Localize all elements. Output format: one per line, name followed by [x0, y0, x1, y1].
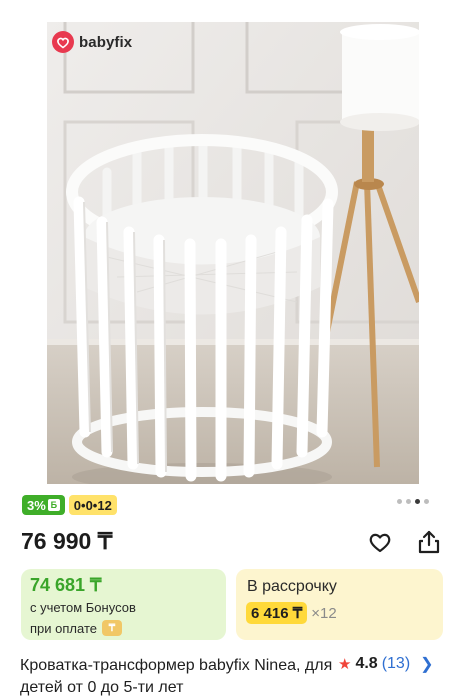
bonus-price-card[interactable]: 74 681 ₸ с учетом Бонусов при оплате ₸	[21, 569, 226, 640]
installment-amount: 6 416 ₸	[246, 602, 308, 624]
bonus-price: 74 681 ₸	[30, 575, 102, 595]
installment-card[interactable]: В рассрочку 6 416 ₸ ×12	[236, 569, 443, 640]
bonus-badge[interactable]: 3% Б	[22, 495, 65, 515]
star-icon: ★	[338, 656, 352, 673]
installment-title: В рассрочку	[247, 578, 337, 595]
rating-link[interactable]: ★ 4.8 (13) ❯	[338, 654, 434, 674]
payment-caption: при оплате ₸	[30, 620, 122, 636]
product-photo[interactable]	[47, 22, 419, 484]
rating-value: 4.8	[355, 655, 378, 672]
bonus-badge-text: 3%	[27, 497, 46, 513]
installment-badge-text: 0•0•12	[73, 497, 112, 513]
bonus-caption: с учетом Бонусов	[30, 600, 136, 615]
bonus-b-icon: Б	[47, 499, 60, 511]
installment-multiplier: ×12	[311, 604, 337, 622]
pagination-dot-active[interactable]	[415, 499, 420, 504]
brand-logo: babyfix	[52, 29, 132, 55]
installment-badge[interactable]: 0•0•12	[68, 495, 117, 515]
pagination-dot[interactable]	[424, 499, 429, 504]
gallery-pagination	[397, 499, 429, 504]
heart-outline-icon[interactable]	[366, 528, 394, 556]
crib-illustration	[47, 22, 419, 484]
reviews-count: (13)	[381, 655, 411, 672]
product-title: Кроватка-трансформер babyfix Ninea, для …	[20, 657, 333, 696]
installment-row: 6 416 ₸ ×12	[246, 602, 337, 624]
brand-name: babyfix	[79, 33, 133, 51]
heart-logo-icon	[52, 31, 74, 53]
product-price: 76 990 ₸	[21, 528, 113, 554]
pagination-dot[interactable]	[397, 499, 402, 504]
payment-card-icon: ₸	[101, 620, 122, 636]
payment-caption-text: при оплате	[30, 620, 97, 636]
badges-row: 3% Б 0•0•12	[22, 495, 117, 515]
chevron-right-icon: ❯	[420, 656, 434, 673]
pagination-dot[interactable]	[406, 499, 411, 504]
share-icon[interactable]	[415, 528, 443, 556]
